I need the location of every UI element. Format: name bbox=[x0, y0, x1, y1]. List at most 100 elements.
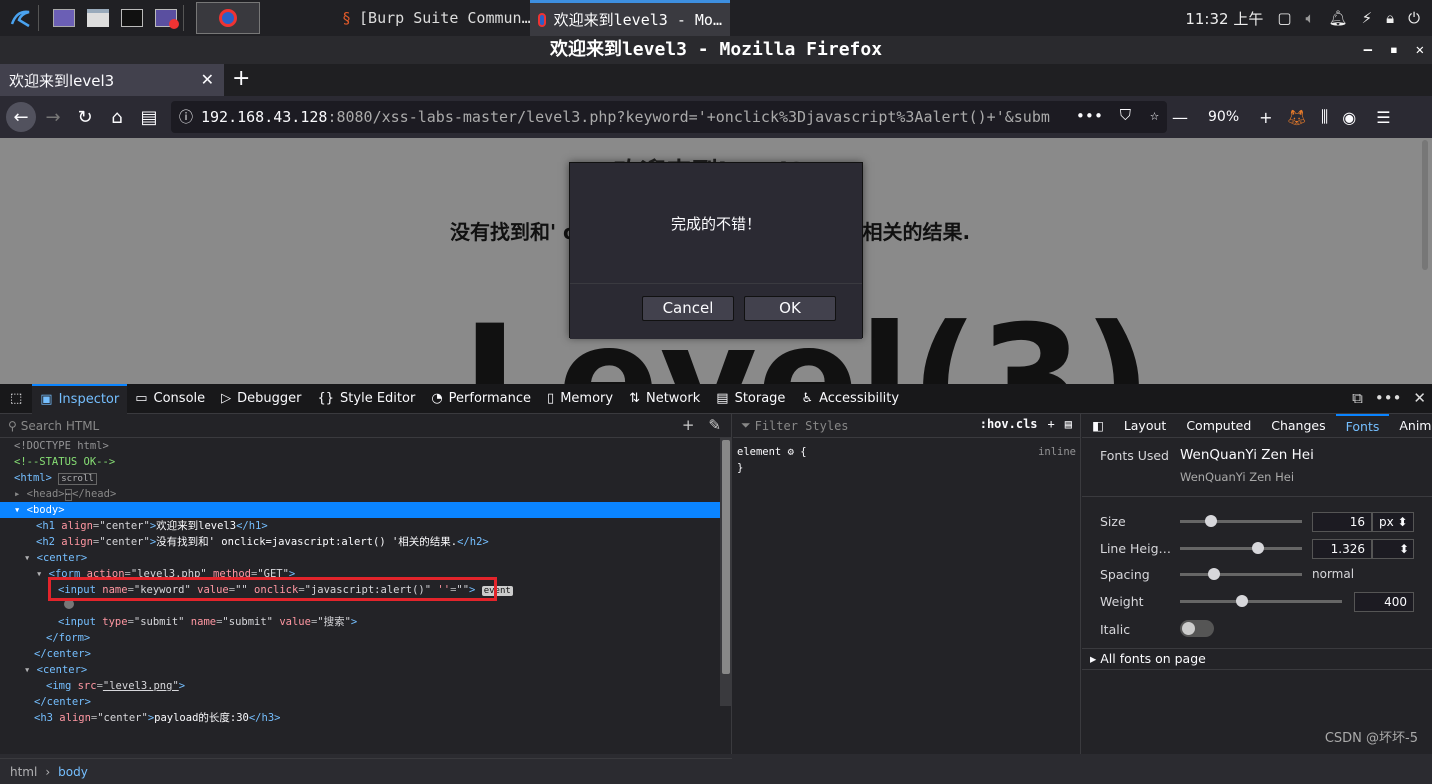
tab-performance[interactable]: ◔ Performance bbox=[423, 384, 539, 414]
maximize-icon[interactable]: ▪ bbox=[1390, 36, 1398, 64]
workspace-icon[interactable] bbox=[51, 6, 77, 30]
tree-line[interactable]: <h3 align="center">payload的长度:30</h3> bbox=[0, 710, 720, 726]
new-tab-icon[interactable]: + bbox=[232, 66, 250, 91]
notification-bell-icon[interactable]: 🔔︎ bbox=[1329, 9, 1348, 27]
firefox-launcher-icon[interactable] bbox=[196, 2, 260, 34]
file-manager-icon[interactable] bbox=[85, 6, 111, 30]
tree-line[interactable]: ▸ <head>⋯</head> bbox=[0, 486, 720, 502]
bookmark-star-icon[interactable]: ☆ bbox=[1150, 106, 1159, 124]
search-html-input[interactable]: ⚲ Search HTML + ✎ bbox=[0, 414, 731, 438]
breadcrumb-body[interactable]: body bbox=[58, 765, 88, 779]
tree-line[interactable]: <!DOCTYPE html> bbox=[0, 438, 720, 454]
foxyproxy-icon[interactable]: 🦊︎ bbox=[1287, 108, 1307, 127]
tab-debugger[interactable]: ▷ Debugger bbox=[213, 384, 309, 414]
slider-thumb[interactable] bbox=[1252, 542, 1264, 554]
zoom-in-icon[interactable]: + bbox=[1259, 108, 1272, 127]
tree-line[interactable]: ▾ <center> bbox=[0, 662, 720, 678]
power-icon[interactable]: ⏻ bbox=[1408, 9, 1420, 27]
tab-changes[interactable]: Changes bbox=[1261, 414, 1335, 438]
cancel-button[interactable]: Cancel bbox=[642, 296, 734, 321]
tab-fonts[interactable]: Fonts bbox=[1335, 413, 1390, 438]
tree-line[interactable]: <h1 align="center">欢迎来到level3</h1> bbox=[0, 518, 720, 534]
reload-button[interactable]: ↻ bbox=[70, 102, 100, 132]
lock-icon[interactable]: 🔒︎ bbox=[1386, 9, 1394, 27]
size-input[interactable]: 16 bbox=[1312, 512, 1372, 532]
markup-scrollbar[interactable] bbox=[720, 438, 732, 706]
weight-input[interactable]: 400 bbox=[1354, 592, 1414, 612]
line-height-unit-select[interactable]: ⬍ bbox=[1372, 539, 1414, 559]
spacing-slider[interactable] bbox=[1180, 568, 1302, 580]
close-window-icon[interactable]: ✕ bbox=[1416, 36, 1424, 64]
tree-line[interactable]: </form> bbox=[0, 630, 720, 646]
italic-toggle[interactable] bbox=[1180, 620, 1214, 637]
breadcrumb-html[interactable]: html bbox=[10, 765, 37, 779]
menu-icon[interactable]: ☰ bbox=[1376, 108, 1390, 127]
kali-menu-icon[interactable] bbox=[8, 6, 34, 30]
weight-slider[interactable] bbox=[1180, 595, 1342, 607]
add-node-icon[interactable]: + bbox=[682, 416, 695, 434]
tree-line[interactable]: <img src="level3.png"> bbox=[0, 678, 720, 694]
pocket-icon[interactable]: ⛉ bbox=[1120, 106, 1131, 124]
clock[interactable]: 11:32 上午 bbox=[1185, 8, 1263, 29]
tree-line[interactable]: <input type="submit" name="submit" value… bbox=[0, 614, 720, 630]
dock-icon[interactable]: ⧉ bbox=[1352, 389, 1363, 407]
gear-icon[interactable]: ⚙ bbox=[788, 446, 794, 458]
screen-recorder-icon[interactable] bbox=[153, 6, 179, 30]
tab-computed[interactable]: Computed bbox=[1176, 414, 1261, 438]
tab-console[interactable]: ▭ Console bbox=[127, 384, 213, 414]
zoom-out-icon[interactable]: — bbox=[1172, 108, 1188, 127]
tree-line[interactable]: </center> bbox=[0, 694, 720, 710]
home-button[interactable]: ⌂ bbox=[102, 102, 132, 132]
forward-button[interactable]: → bbox=[38, 102, 68, 132]
tab-level3[interactable]: 欢迎来到level3 ✕ bbox=[0, 64, 224, 96]
slider-thumb[interactable] bbox=[1208, 568, 1220, 580]
hov-cls-toggle[interactable]: :hov.cls bbox=[980, 417, 1038, 431]
ok-button[interactable]: OK bbox=[744, 296, 836, 321]
tree-line[interactable]: </center> bbox=[0, 646, 720, 662]
devtools-menu-icon[interactable]: ••• bbox=[1375, 389, 1402, 407]
reader-view-icon[interactable]: ▤ bbox=[134, 102, 164, 132]
print-simulation-icon[interactable]: ▤ bbox=[1065, 417, 1072, 431]
filter-styles-input[interactable]: ⏷ Filter Styles :hov.cls + ▤ bbox=[733, 414, 1080, 438]
account-icon[interactable]: ◉ bbox=[1342, 108, 1356, 127]
library-icon[interactable]: ⫼ bbox=[1321, 107, 1328, 127]
tab-memory[interactable]: ▯ Memory bbox=[539, 384, 621, 414]
tree-line[interactable]: <h2 align="center">没有找到和' onclick=javasc… bbox=[0, 534, 720, 550]
tab-inspector[interactable]: ▣ Inspector bbox=[32, 383, 128, 414]
url-bar[interactable]: ⓘ 192.168.43.128:8080/xss-labs-master/le… bbox=[171, 101, 1167, 133]
eyedropper-icon[interactable]: ✎ bbox=[708, 416, 721, 434]
size-slider[interactable] bbox=[1180, 515, 1302, 527]
tree-line[interactable]: <!--STATUS OK--> bbox=[0, 454, 720, 470]
line-height-input[interactable]: 1.326 bbox=[1312, 539, 1372, 559]
volume-icon[interactable]: 🔈︎ bbox=[1306, 9, 1315, 27]
toggle-sidebar-icon[interactable]: ◧ bbox=[1082, 414, 1114, 438]
size-unit-select[interactable]: px ⬍ bbox=[1372, 512, 1414, 532]
back-button[interactable]: ← bbox=[6, 102, 36, 132]
page-actions-icon[interactable]: ••• bbox=[1069, 107, 1103, 125]
tab-style-editor[interactable]: {} Style Editor bbox=[310, 384, 424, 414]
display-icon[interactable]: ▢ bbox=[1277, 9, 1291, 27]
slider-thumb[interactable] bbox=[1236, 595, 1248, 607]
tab-layout[interactable]: Layout bbox=[1114, 414, 1177, 438]
taskbar-window-burp[interactable]: § [Burp Suite Commun… bbox=[334, 0, 530, 36]
minimize-icon[interactable]: — bbox=[1364, 36, 1372, 64]
tab-accessibility[interactable]: ♿︎ Accessibility bbox=[793, 384, 907, 414]
tab-storage[interactable]: ▤ Storage bbox=[708, 384, 793, 414]
tree-line[interactable]: <html> scroll bbox=[0, 470, 720, 486]
close-devtools-icon[interactable]: ✕ bbox=[1413, 389, 1426, 407]
tree-line-body-selected[interactable]: ▾ <body> bbox=[0, 502, 720, 518]
add-rule-icon[interactable]: + bbox=[1048, 417, 1055, 431]
site-info-icon[interactable]: ⓘ bbox=[179, 107, 193, 127]
all-fonts-toggle[interactable]: ▸ All fonts on page bbox=[1082, 648, 1432, 670]
taskbar-window-firefox[interactable]: 欢迎来到level3 - Mo… bbox=[530, 0, 730, 36]
tab-animations[interactable]: Anim bbox=[1389, 414, 1432, 438]
line-height-slider[interactable] bbox=[1180, 542, 1302, 554]
element-picker-icon[interactable]: ⬚ bbox=[0, 384, 32, 414]
slider-thumb[interactable] bbox=[1205, 515, 1217, 527]
zoom-level[interactable]: 90% bbox=[1208, 109, 1239, 125]
tab-network[interactable]: ⇅ Network bbox=[621, 384, 708, 414]
terminal-icon[interactable] bbox=[119, 6, 145, 30]
power-manager-icon[interactable]: ⚡︎ bbox=[1362, 9, 1373, 27]
close-tab-icon[interactable]: ✕ bbox=[201, 70, 214, 89]
page-scrollbar[interactable] bbox=[1422, 140, 1428, 270]
